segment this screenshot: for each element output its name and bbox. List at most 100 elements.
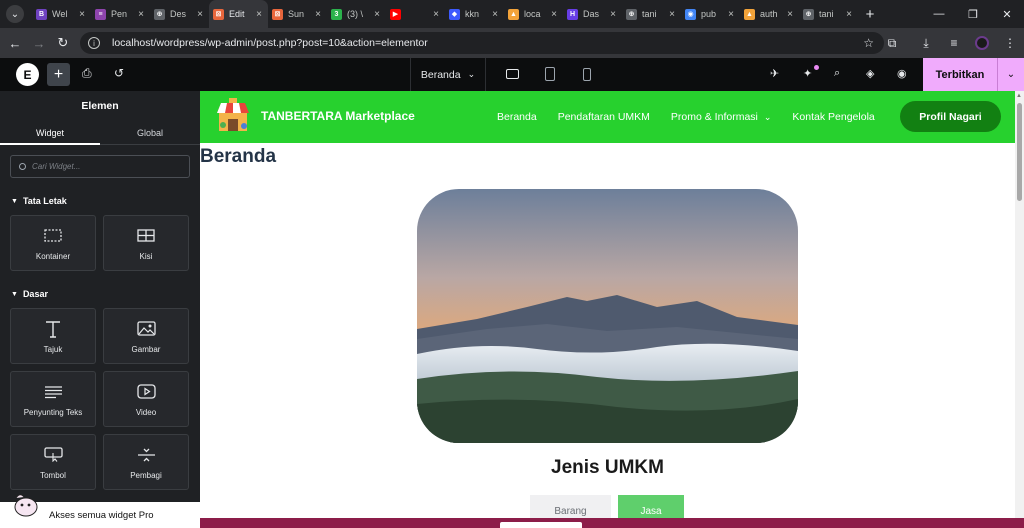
scrollbar-thumb[interactable]	[1017, 103, 1022, 201]
nav-promo-informasi[interactable]: Promo & Informasi	[671, 111, 758, 123]
widget-gambar[interactable]: Gambar	[103, 308, 189, 364]
profile-avatar[interactable]	[975, 36, 989, 50]
notifications-icon[interactable]: ✦	[803, 67, 812, 80]
close-tab-icon[interactable]: ×	[256, 9, 262, 20]
media-control-icon[interactable]: ≡	[940, 36, 968, 50]
widget-penyunting-teks[interactable]: Penyunting Teks	[10, 371, 96, 427]
close-tab-icon[interactable]: ×	[492, 9, 498, 20]
close-tab-icon[interactable]: ×	[315, 9, 321, 20]
close-tab-icon[interactable]: ×	[138, 9, 144, 20]
widget-kontainer[interactable]: Kontainer	[10, 215, 96, 271]
browser-tab-title: Edit	[229, 9, 245, 19]
widget-label: Video	[135, 407, 157, 417]
url-omnibox[interactable]: i localhost/wordpress/wp-admin/post.php?…	[80, 32, 884, 54]
widget-tajuk[interactable]: Tajuk	[10, 308, 96, 364]
marketplace-logo-icon	[217, 98, 249, 131]
panel-title: Elemen	[81, 100, 119, 112]
tab-search-menu-icon[interactable]: ⌄	[6, 5, 24, 23]
page-settings-icon[interactable]: ⎙	[82, 66, 92, 81]
bookmark-star-icon[interactable]: ☆	[863, 36, 874, 50]
section-tata-letak[interactable]: ▼ Tata Letak	[0, 196, 200, 206]
scroll-up-icon[interactable]: ▲	[1016, 93, 1022, 99]
browser-menu-icon[interactable]: ⋮	[996, 36, 1024, 50]
browser-tab[interactable]: ▲ auth ×	[740, 0, 799, 28]
browser-tab[interactable]: ⊕ tani ×	[622, 0, 681, 28]
history-icon[interactable]: ↺	[114, 66, 124, 80]
image-icon	[136, 319, 156, 339]
site-info-icon[interactable]: i	[88, 37, 100, 49]
rocket-icon[interactable]: ✈	[770, 67, 779, 80]
nav-beranda[interactable]: Beranda	[497, 111, 537, 123]
browser-tab[interactable]: ≡ Pen ×	[91, 0, 150, 28]
elementor-logo-icon[interactable]: E	[16, 63, 39, 86]
browser-tab[interactable]: ◆ kkn ×	[445, 0, 504, 28]
structure-icon[interactable]: ◈	[866, 67, 874, 80]
close-tab-icon[interactable]: ×	[79, 9, 85, 20]
notice-bar-button[interactable]	[500, 522, 582, 528]
pro-widgets-banner[interactable]: Akses semua widget Pro	[0, 494, 200, 528]
close-tab-icon[interactable]: ×	[728, 9, 734, 20]
publish-options-chevron-icon[interactable]: ⌄	[997, 58, 1024, 91]
browser-tab[interactable]: ⊠ Sun ×	[268, 0, 327, 28]
widget-tombol[interactable]: Tombol	[10, 434, 96, 490]
close-tab-icon[interactable]: ×	[374, 9, 380, 20]
nav-kontak-pengelola[interactable]: Kontak Pengelola	[792, 111, 874, 123]
tab-widget[interactable]: Widget	[0, 121, 100, 145]
browser-tab[interactable]: ⊠ Edit ×	[209, 0, 268, 28]
reload-icon[interactable]: ↻	[51, 35, 75, 51]
widget-label: Pembagi	[130, 470, 162, 480]
widget-kisi[interactable]: Kisi	[103, 215, 189, 271]
widget-pembagi[interactable]: Pembagi	[103, 434, 189, 490]
tablet-view-icon[interactable]	[543, 66, 557, 82]
section-title: Jenis UMKM	[551, 457, 664, 478]
browser-tab[interactable]: ▶ ×	[386, 0, 445, 28]
site-header: TANBERTARA Marketplace Beranda Pendaftar…	[200, 91, 1015, 143]
close-tab-icon[interactable]: ×	[610, 9, 616, 20]
whatsapp-icon: 3	[331, 8, 342, 20]
browser-tab[interactable]: ⊕ Des ×	[150, 0, 209, 28]
site-nav: Beranda Pendaftaran UMKM Promo & Informa…	[497, 91, 896, 143]
close-tab-icon[interactable]: ×	[669, 9, 675, 20]
caret-down-icon: ▼	[11, 197, 18, 205]
minimize-icon[interactable]: —	[922, 8, 956, 20]
widget-video[interactable]: Video	[103, 371, 189, 427]
widget-search-input[interactable]	[32, 162, 182, 171]
extensions-icon[interactable]: ⧉	[878, 36, 906, 51]
url-text[interactable]: localhost/wordpress/wp-admin/post.php?po…	[112, 37, 428, 49]
page-selector[interactable]: Beranda ⌄	[410, 58, 486, 91]
restore-icon[interactable]: ❐	[956, 8, 990, 21]
close-tab-icon[interactable]: ×	[551, 9, 557, 20]
nav-pendaftaran-umkm[interactable]: Pendaftaran UMKM	[558, 111, 650, 123]
site-name[interactable]: TANBERTARA Marketplace	[261, 109, 415, 123]
forward-icon[interactable]: →	[27, 36, 51, 51]
publish-button[interactable]: Terbitkan	[923, 58, 997, 91]
browser-tab[interactable]: B Wel ×	[32, 0, 91, 28]
add-element-button[interactable]: +	[47, 63, 70, 86]
profil-nagari-button[interactable]: Profil Nagari	[900, 101, 1001, 132]
browser-tab[interactable]: ▲ loca ×	[504, 0, 563, 28]
section-dasar[interactable]: ▼ Dasar	[0, 289, 200, 299]
widget-search[interactable]	[10, 155, 190, 178]
browser-tab-title: Das	[583, 9, 600, 19]
close-tab-icon[interactable]: ×	[433, 9, 439, 20]
download-icon[interactable]: ⤓	[912, 36, 940, 51]
mobile-view-icon[interactable]	[580, 66, 594, 82]
tab-global[interactable]: Global	[100, 121, 200, 144]
back-icon[interactable]: ←	[3, 36, 27, 51]
close-tab-icon[interactable]: ×	[787, 9, 793, 20]
desktop-view-icon[interactable]	[505, 66, 519, 82]
preview-eye-icon[interactable]: ◉	[897, 67, 907, 80]
close-window-icon[interactable]: ✕	[990, 8, 1024, 21]
search-icon[interactable]: ⌕	[834, 67, 840, 80]
xampp-icon: ▲	[744, 8, 755, 20]
close-tab-icon[interactable]: ×	[197, 9, 203, 20]
canvas-scrollbar[interactable]: ▲	[1015, 91, 1024, 518]
browser-tab[interactable]: ⊕ tani ×	[799, 0, 858, 28]
browser-tab[interactable]: 3 (3) \ ×	[327, 0, 386, 28]
browser-tab[interactable]: ◉ pub ×	[681, 0, 740, 28]
close-tab-icon[interactable]: ×	[846, 9, 852, 20]
hostinger-icon: H	[567, 8, 578, 20]
chevron-down-icon[interactable]: ⌄	[764, 112, 772, 123]
browser-tab[interactable]: H Das ×	[563, 0, 622, 28]
new-tab-button[interactable]: +	[860, 6, 880, 23]
